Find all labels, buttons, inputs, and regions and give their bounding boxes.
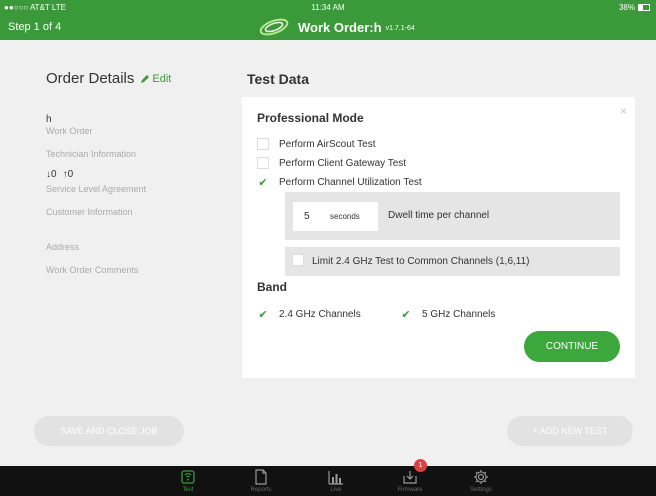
band-5ghz-label: 5 GHz Channels bbox=[422, 308, 496, 320]
channel-utilization-test-label: Perform Channel Utilization Test bbox=[279, 176, 422, 188]
battery-status: 38% bbox=[619, 3, 650, 12]
test-options-card: × Professional Mode Perform AirScout Tes… bbox=[242, 97, 635, 378]
notification-badge: 1 bbox=[414, 459, 427, 472]
battery-percent: 38% bbox=[618, 3, 635, 12]
channel-utilization-test-option[interactable]: ✔ Perform Channel Utilization Test bbox=[257, 176, 422, 189]
tab-test[interactable]: Test bbox=[163, 466, 213, 496]
tab-settings-label: Settings bbox=[470, 487, 492, 493]
technician-info-label: Technician Information bbox=[46, 149, 137, 159]
airscout-test-label: Perform AirScout Test bbox=[279, 138, 376, 150]
test-data-title: Test Data bbox=[247, 71, 309, 87]
page-title: Work Order:h bbox=[298, 19, 382, 35]
version-label: v1.7.1-64 bbox=[385, 25, 415, 32]
address-label: Address bbox=[46, 242, 80, 252]
tab-settings[interactable]: Settings bbox=[456, 466, 506, 496]
sla-values: ↓0 ↑0 bbox=[46, 169, 73, 180]
tab-firmware[interactable]: Firmware 1 bbox=[385, 459, 435, 496]
order-details-title: Order Details bbox=[46, 70, 135, 87]
band-24ghz-label: 2.4 GHz Channels bbox=[279, 308, 361, 320]
order-details-heading: Order Details Edit bbox=[46, 70, 226, 87]
checkmark-icon: ✔ bbox=[258, 308, 268, 321]
reports-icon bbox=[255, 469, 267, 485]
dwell-time-panel: 5 seconds Dwell time per channel bbox=[285, 192, 620, 240]
band-5ghz-option[interactable]: ✔ 5 GHz Channels bbox=[400, 308, 496, 321]
save-and-close-button[interactable]: SAVE AND CLOSE JOB bbox=[34, 416, 184, 446]
firmware-icon bbox=[403, 471, 417, 484]
band-title: Band bbox=[257, 280, 287, 294]
limit-channels-option[interactable]: Limit 2.4 GHz Test to Common Channels (1… bbox=[285, 247, 620, 276]
tab-live-label: Live bbox=[330, 487, 342, 493]
clock: 11:34 AM bbox=[311, 3, 345, 12]
customer-info-label: Customer Information bbox=[46, 207, 133, 217]
dwell-time-value: 5 bbox=[304, 211, 310, 222]
tab-live[interactable]: Live bbox=[311, 466, 361, 496]
band-5ghz-checkbox[interactable]: ✔ bbox=[400, 308, 412, 321]
add-new-test-button[interactable]: + ADD NEW TEST bbox=[507, 416, 633, 446]
sla-label: Service Level Agreement bbox=[46, 184, 147, 194]
sla-up-value: 0 bbox=[67, 169, 74, 180]
limit-channels-label: Limit 2.4 GHz Test to Common Channels (1… bbox=[312, 256, 530, 267]
settings-icon bbox=[474, 470, 488, 484]
tab-reports[interactable]: Reports bbox=[236, 466, 286, 496]
sla-download: ↓0 bbox=[46, 169, 57, 180]
work-order-comments-label: Work Order Comments bbox=[46, 265, 139, 275]
app-title-group: Work Order:h v1.7.1-64 bbox=[258, 17, 415, 37]
live-icon bbox=[328, 471, 343, 485]
dwell-time-input[interactable]: 5 seconds bbox=[293, 202, 378, 231]
close-icon[interactable]: × bbox=[620, 104, 627, 118]
header-bar: ●●○○○ AT&T LTE 11:34 AM 38% Step 1 of 4 … bbox=[0, 0, 656, 40]
edit-label: Edit bbox=[152, 72, 172, 85]
logo-icon bbox=[259, 18, 289, 36]
work-order-value: h bbox=[46, 114, 52, 125]
dwell-time-unit: seconds bbox=[330, 212, 360, 221]
sla-down-value: 0 bbox=[51, 169, 57, 180]
tab-reports-label: Reports bbox=[250, 487, 272, 493]
edit-button[interactable]: Edit bbox=[140, 73, 171, 85]
tab-bar: Test Reports Live Firmware 1 Settings bbox=[0, 459, 656, 496]
dwell-time-label: Dwell time per channel bbox=[388, 210, 490, 221]
professional-mode-title: Professional Mode bbox=[257, 111, 364, 125]
checkmark-icon: ✔ bbox=[258, 176, 268, 189]
step-indicator: Step 1 of 4 bbox=[8, 21, 62, 33]
order-details-panel: Order Details Edit h Work Order Technici… bbox=[46, 70, 226, 275]
airscout-test-option[interactable]: Perform AirScout Test bbox=[257, 138, 376, 150]
tab-test-label: Test bbox=[182, 487, 194, 493]
continue-button[interactable]: CONTINUE bbox=[524, 331, 620, 362]
client-gateway-test-checkbox[interactable] bbox=[257, 157, 269, 169]
pencil-icon bbox=[141, 74, 150, 83]
channel-utilization-test-checkbox[interactable]: ✔ bbox=[257, 176, 269, 189]
sla-upload: ↑0 bbox=[63, 169, 74, 180]
tab-firmware-label: Firmware bbox=[397, 487, 423, 493]
client-gateway-test-label: Perform Client Gateway Test bbox=[279, 157, 407, 169]
test-icon bbox=[181, 470, 195, 484]
work-order-label: Work Order bbox=[46, 126, 93, 136]
battery-icon bbox=[638, 4, 650, 11]
band-24ghz-checkbox[interactable]: ✔ bbox=[257, 308, 269, 321]
checkmark-icon: ✔ bbox=[401, 308, 411, 321]
airscout-test-checkbox[interactable] bbox=[257, 138, 269, 150]
client-gateway-test-option[interactable]: Perform Client Gateway Test bbox=[257, 157, 406, 169]
limit-channels-checkbox[interactable] bbox=[292, 254, 304, 266]
band-24ghz-option[interactable]: ✔ 2.4 GHz Channels bbox=[257, 308, 361, 321]
